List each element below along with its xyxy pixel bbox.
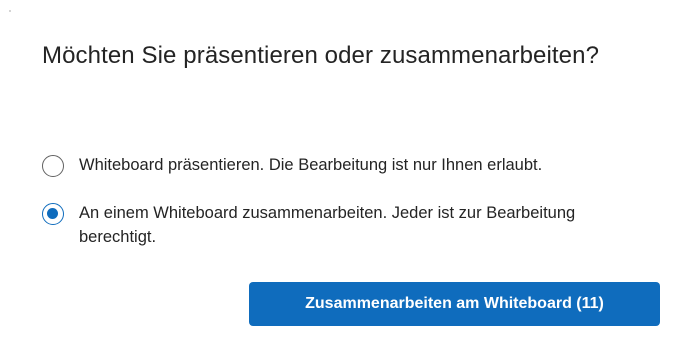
radio-option-collaborate[interactable]: An einem Whiteboard zusammenarbeiten. Je… [42,203,579,249]
collaborate-whiteboard-button[interactable]: Zusammenarbeiten am Whiteboard (11) [249,282,660,326]
radio-option-present-label: Whiteboard präsentieren. Die Bearbeitung… [79,156,543,174]
radio-option-collaborate-label: An einem Whiteboard zusammenarbeiten. Je… [79,204,576,246]
radio-unchecked-icon[interactable] [42,155,64,177]
radio-checked-icon[interactable] [42,203,64,225]
dialog-title: Möchten Sie präsentieren oder zusammenar… [42,42,600,69]
radio-option-present[interactable]: Whiteboard präsentieren. Die Bearbeitung… [42,155,542,177]
present-or-collaborate-dialog: Möchten Sie präsentieren oder zusammenar… [0,0,690,357]
